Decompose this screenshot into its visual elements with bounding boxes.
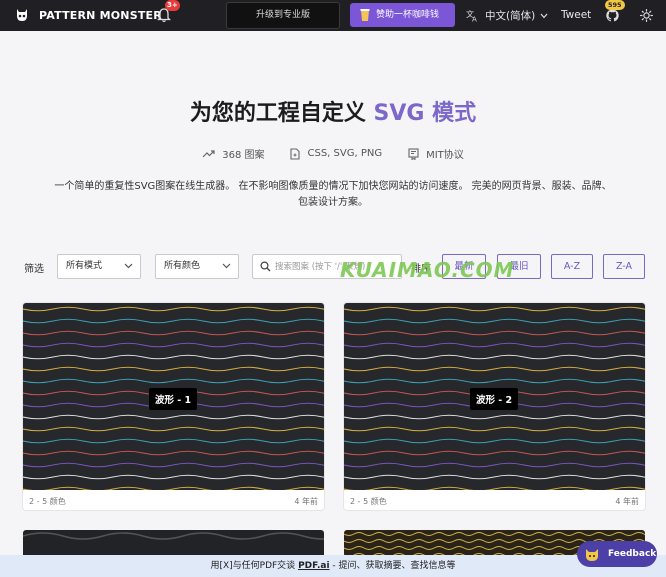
stat-formats: CSS, SVG, PNG [290, 146, 382, 161]
feedback-button[interactable]: Feedback [577, 541, 657, 567]
wave-line [23, 318, 324, 324]
watermark-text: KUAIMAO.COM [340, 258, 515, 282]
wave-line [23, 438, 324, 444]
pdf-promo-bar[interactable]: 用[X]与任何PDF交谈 PDF.ai - 提问、获取摘要、查找信息等 [0, 555, 666, 577]
wave-line [23, 414, 324, 420]
wave-line [23, 450, 324, 456]
wave-line [344, 426, 645, 432]
sort-az-button[interactable]: A-Z [551, 254, 593, 279]
stat-label: MIT协议 [426, 150, 464, 161]
wave-line [23, 366, 324, 372]
title-accent: SVG 模式 [373, 101, 477, 126]
language-selector[interactable]: 文 A 中文(简体) [466, 8, 554, 23]
pattern-name-label: 波形 - 1 [149, 388, 198, 410]
page-title: 为您的工程自定义 SVG 模式 [0, 95, 666, 127]
github-icon[interactable] [605, 8, 620, 23]
wave-line [23, 462, 324, 468]
search-icon [260, 261, 271, 272]
wave-line [23, 342, 324, 348]
description-line-1: 一个简单的重复性SVG图案在线生成器。 在不影响图像质量的情况下加快您网站的访问… [54, 181, 612, 192]
wave-line [23, 474, 324, 480]
mode-select-value: 所有模式 [66, 261, 103, 271]
stat-label: 368 图案 [222, 150, 265, 161]
wave-line [344, 486, 645, 490]
github-star-badge: 595 [605, 0, 625, 10]
chevron-down-icon [540, 13, 548, 18]
sponsor-coffee-button[interactable]: 赞助一杯咖啡钱 [350, 3, 455, 27]
chevron-down-icon [124, 263, 133, 269]
sponsor-label: 赞助一杯咖啡钱 [376, 10, 440, 20]
wave-line [23, 306, 324, 312]
mode-select[interactable]: 所有模式 [57, 254, 141, 279]
stats-row: 368 图案 CSS, SVG, PNG MIT协议 [0, 146, 666, 161]
chevron-down-icon [222, 263, 231, 269]
color-select-value: 所有颜色 [164, 261, 201, 271]
tweet-link[interactable]: Tweet [561, 9, 591, 21]
wave-line [344, 474, 645, 480]
feedback-label: Feedback [608, 549, 657, 559]
hero-description: 一个简单的重复性SVG图案在线生成器。 在不影响图像质量的情况下加快您网站的访问… [40, 179, 626, 211]
stat-license: MIT协议 [408, 146, 464, 161]
color-select[interactable]: 所有颜色 [155, 254, 239, 279]
brand-name[interactable]: PATTERN MONSTER [39, 9, 162, 22]
filter-label: 筛选 [24, 264, 44, 275]
wave-line [344, 462, 645, 468]
wave-line [344, 318, 645, 324]
language-label: 中文(简体) [485, 10, 536, 22]
description-line-2: 包装设计方案。 [298, 197, 368, 208]
wave-line [344, 378, 645, 384]
wave-line [344, 330, 645, 336]
stat-label: CSS, SVG, PNG [307, 148, 383, 159]
wave-line [344, 342, 645, 348]
sort-za-button[interactable]: Z-A [603, 254, 645, 279]
pattern-card[interactable]: 波形 - 1 2 - 5 颜色 4 年前 [23, 303, 324, 510]
license-icon [408, 147, 419, 160]
pattern-name-label: 波形 - 2 [470, 388, 519, 410]
file-icon [290, 147, 301, 160]
wave-line [23, 330, 324, 336]
pattern-age: 4 年前 [294, 497, 318, 506]
wave-line [344, 438, 645, 444]
title-main: 为您的工程自定义 [189, 101, 366, 126]
top-nav: PATTERN MONSTER 3+ 升级到专业版 赞助一杯咖啡钱 文 A 中文… [0, 0, 666, 31]
trend-icon [202, 149, 215, 157]
wave-line [344, 532, 645, 536]
wave-line [344, 414, 645, 420]
pattern-colors: 2 - 5 颜色 [29, 497, 66, 506]
promo-suffix: - 提问、获取摘要、查找信息等 [332, 561, 456, 571]
wave-line [23, 354, 324, 360]
pdf-ai-link[interactable]: PDF.ai [298, 561, 329, 571]
upgrade-pro-button[interactable]: 升级到专业版 [226, 2, 340, 29]
promo-prefix: 用[X]与任何PDF交谈 [210, 561, 296, 571]
wave-line [23, 486, 324, 490]
notification-badge: 3+ [165, 0, 180, 11]
sun-icon[interactable] [640, 9, 653, 22]
cat-face-icon [586, 549, 598, 561]
pattern-colors: 2 - 5 颜色 [350, 497, 387, 506]
pattern-card[interactable]: 波形 - 2 2 - 5 颜色 4 年前 [344, 303, 645, 510]
pattern-age: 4 年前 [615, 497, 639, 506]
wave-line [344, 366, 645, 372]
wave-line [344, 354, 645, 360]
coffee-icon [360, 9, 370, 21]
wave-line [23, 378, 324, 384]
svg-text:A: A [472, 16, 477, 23]
wave-line [344, 306, 645, 312]
monster-logo-icon[interactable] [14, 7, 30, 23]
wave-line [344, 450, 645, 456]
stat-patterns: 368 图案 [202, 146, 264, 161]
translate-icon: 文 A [466, 9, 477, 23]
wave-line [23, 426, 324, 432]
